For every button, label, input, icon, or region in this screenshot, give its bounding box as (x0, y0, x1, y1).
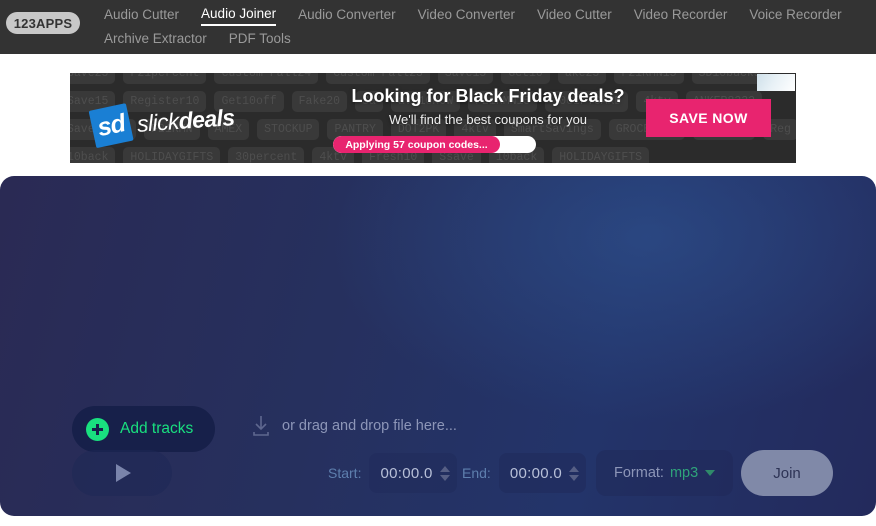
slickdeals-mark-icon: sd (88, 103, 134, 149)
ad-corner-highlight (757, 74, 795, 91)
advertisement-banner[interactable]: Save25 F21percent Custom Fall24 Custom Fall… (70, 73, 796, 163)
chevron-down-icon[interactable] (568, 474, 579, 481)
coupon-chip: STOCKUP (257, 119, 320, 140)
start-time-group: Start: 00:00.0 (328, 450, 457, 496)
coupon-chip: Custom Fall25 (326, 73, 430, 84)
end-time-group: End: 00:00.0 (462, 450, 586, 496)
start-time-stepper[interactable] (439, 465, 450, 481)
coupon-chip: F21percent (123, 73, 207, 84)
coupon-chip: F21RMN15 (614, 73, 684, 84)
top-navigation-bar: 123APPS Audio Cutter Audio Joiner Audio … (0, 0, 876, 54)
format-value: mp3 (669, 465, 699, 481)
logo-123apps[interactable]: 123APPS (6, 12, 80, 34)
chevron-up-icon[interactable] (439, 465, 450, 472)
ad-headline: Looking for Black Friday deals? (351, 86, 625, 106)
nav-row-secondary: Archive Extractor PDF Tools (104, 29, 874, 51)
nav-item-video-converter[interactable]: Video Converter (418, 7, 515, 25)
start-time-input[interactable]: 00:00.0 (369, 453, 457, 493)
nav-item-pdf-tools[interactable]: PDF Tools (229, 31, 291, 49)
nav-item-audio-cutter[interactable]: Audio Cutter (104, 7, 179, 25)
end-time-label: End: (462, 465, 491, 481)
coupon-chip: ake25 (557, 73, 607, 84)
nav-item-voice-recorder[interactable]: Voice Recorder (749, 7, 841, 25)
ad-progress-bar: Applying 57 coupon codes... (333, 136, 536, 153)
coupon-chip: Save15 (437, 73, 494, 84)
add-tracks-label: Add tracks (120, 420, 194, 437)
save-now-button[interactable]: SAVE NOW (646, 99, 771, 137)
chevron-down-icon[interactable] (439, 474, 450, 481)
chevron-down-icon (705, 470, 716, 476)
slickdeals-word-light: slick (136, 107, 180, 137)
start-time-value: 00:00.0 (380, 464, 433, 482)
nav-item-audio-converter[interactable]: Audio Converter (298, 7, 396, 25)
end-time-input[interactable]: 00:00.0 (498, 453, 586, 493)
ad-progress-fill: Applying 57 coupon codes... (333, 136, 500, 153)
nav-links: Audio Cutter Audio Joiner Audio Converte… (104, 5, 874, 51)
coupon-chip: Custom Fall24 (214, 73, 319, 84)
play-icon (116, 464, 131, 482)
slickdeals-word-bold: deals (177, 103, 236, 134)
end-time-stepper[interactable] (568, 465, 579, 481)
audio-joiner-panel: Add tracks or drag and drop file here...… (0, 176, 876, 516)
start-time-label: Start: (328, 465, 362, 481)
plus-circle-icon (86, 417, 109, 441)
download-icon (253, 416, 269, 436)
slickdeals-wordmark: slickdeals (136, 104, 235, 138)
format-selector[interactable]: Format: mp3 (596, 450, 734, 496)
coupon-chip: 30percent (228, 147, 305, 163)
end-time-value: 00:00.0 (509, 464, 562, 482)
join-button[interactable]: Join (741, 450, 833, 496)
nav-item-archive-extractor[interactable]: Archive Extractor (104, 31, 207, 49)
chevron-up-icon[interactable] (568, 465, 579, 472)
nav-item-video-recorder[interactable]: Video Recorder (634, 7, 728, 25)
coupon-chip: HOLIDAYGIFTS (552, 147, 650, 163)
add-tracks-button[interactable]: Add tracks (72, 406, 216, 452)
player-control-bar: Start: 00:00.0 End: 00:00.0 Format: mp3 … (0, 450, 876, 502)
play-button[interactable] (72, 450, 172, 496)
coupon-chip: Save25 (70, 73, 116, 84)
format-label: Format: (614, 465, 664, 481)
nav-item-video-cutter[interactable]: Video Cutter (537, 7, 612, 25)
nav-row-primary: Audio Cutter Audio Joiner Audio Converte… (104, 5, 874, 27)
ad-subheadline: We'll find the best coupons for you (388, 112, 588, 127)
drag-hint-label: or drag and drop file here... (282, 418, 457, 434)
coupon-chip: Get10 (501, 73, 550, 84)
coupon-chip: 10back (70, 147, 116, 163)
coupon-chip: HOLIDAYGIFTS (123, 147, 221, 163)
nav-item-audio-joiner[interactable]: Audio Joiner (201, 6, 277, 26)
drag-and-drop-hint: or drag and drop file here... (250, 414, 457, 438)
